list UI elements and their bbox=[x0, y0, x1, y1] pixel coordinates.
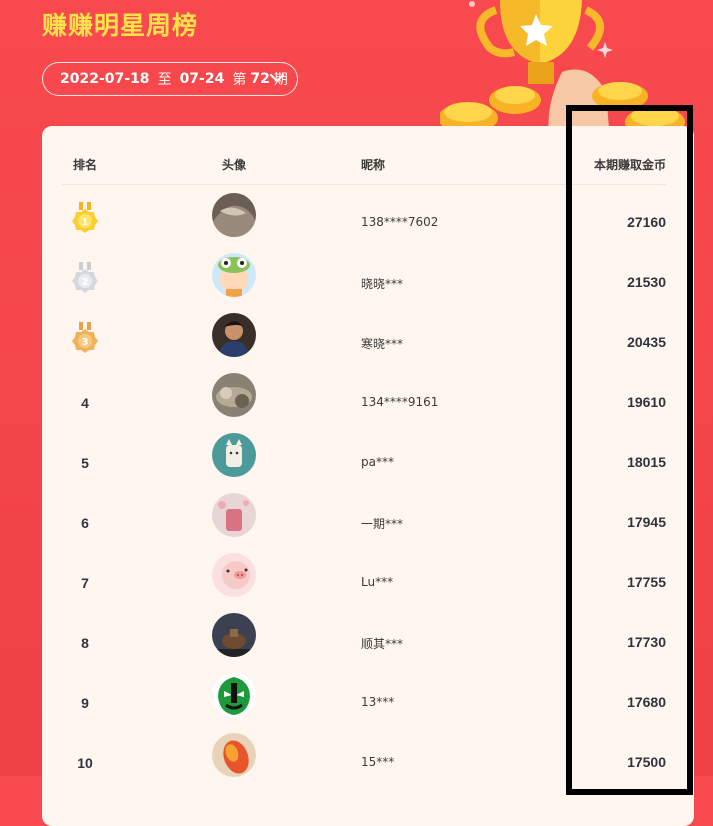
period-prefix: 第 bbox=[232, 72, 247, 88]
avatar[interactable] bbox=[212, 433, 256, 477]
silver-medal-icon: 2 bbox=[72, 262, 98, 293]
coins-value: 27160 bbox=[627, 214, 666, 230]
trophy-icon bbox=[440, 0, 685, 140]
nickname: 顺其*** bbox=[361, 637, 404, 651]
nickname: 15*** bbox=[361, 755, 395, 769]
rank-number: 5 bbox=[81, 455, 89, 471]
coins-value: 17500 bbox=[627, 754, 666, 770]
chevron-down-icon[interactable] bbox=[269, 72, 285, 84]
avatar[interactable] bbox=[212, 193, 256, 237]
avatar[interactable] bbox=[212, 253, 256, 297]
nickname: Lu*** bbox=[361, 575, 394, 589]
nickname: 寒晓*** bbox=[361, 337, 404, 351]
header-coins: 本期赚取金币 bbox=[594, 158, 667, 174]
period-start: 2022-07-18 bbox=[60, 71, 150, 87]
rank-number: 6 bbox=[81, 515, 89, 531]
header-nickname: 昵称 bbox=[361, 158, 386, 174]
table-row[interactable]: 1 138****7602 27160 bbox=[42, 193, 694, 275]
table-row[interactable]: 9 13*** 17680 bbox=[42, 673, 694, 755]
coins-value: 20435 bbox=[627, 334, 666, 350]
table-row[interactable]: 5 pa*** 18015 bbox=[42, 433, 694, 515]
avatar[interactable] bbox=[212, 733, 256, 777]
period-end: 07-24 bbox=[179, 71, 225, 87]
svg-text:3: 3 bbox=[82, 337, 89, 348]
period-week: 72 bbox=[250, 71, 270, 87]
header-rank: 排名 bbox=[73, 158, 98, 174]
svg-text:1: 1 bbox=[82, 217, 89, 228]
nickname: 一期*** bbox=[361, 517, 404, 531]
rank-number: 4 bbox=[81, 395, 89, 411]
svg-text:2: 2 bbox=[82, 277, 89, 288]
avatar[interactable] bbox=[212, 613, 256, 657]
table-row[interactable]: 8 顺其*** 17730 bbox=[42, 613, 694, 695]
avatar[interactable] bbox=[212, 313, 256, 357]
table-row[interactable]: 4 134****9161 19610 bbox=[42, 373, 694, 455]
bronze-medal-icon: 3 bbox=[72, 322, 98, 353]
table-row[interactable]: 7 Lu*** 17755 bbox=[42, 553, 694, 635]
table-row[interactable]: 6 一期*** 17945 bbox=[42, 493, 694, 575]
coins-value: 19610 bbox=[627, 394, 666, 410]
coins-value: 17680 bbox=[627, 694, 666, 710]
avatar[interactable] bbox=[212, 673, 256, 717]
rank-number: 7 bbox=[81, 575, 89, 591]
period-to: 至 bbox=[157, 72, 172, 88]
coins-value: 17945 bbox=[627, 514, 666, 530]
rank-number: 9 bbox=[81, 695, 89, 711]
coins-value: 18015 bbox=[627, 454, 666, 470]
nickname: pa*** bbox=[361, 455, 394, 469]
rank-number: 8 bbox=[81, 635, 89, 651]
page-title: 赚赚明星周榜 bbox=[42, 11, 199, 40]
nickname: 138****7602 bbox=[361, 215, 439, 229]
nickname: 13*** bbox=[361, 695, 395, 709]
table-row[interactable]: 3 寒晓*** 20435 bbox=[42, 313, 694, 395]
avatar[interactable] bbox=[212, 373, 256, 417]
table-row[interactable]: 2 晓晓*** 21530 bbox=[42, 253, 694, 335]
coins-value: 17755 bbox=[627, 574, 666, 590]
avatar[interactable] bbox=[212, 493, 256, 537]
coins-value: 17730 bbox=[627, 634, 666, 650]
avatar[interactable] bbox=[212, 553, 256, 597]
header-divider bbox=[62, 184, 666, 185]
table-row[interactable]: 10 15*** 17500 bbox=[42, 733, 694, 815]
nickname: 134****9161 bbox=[361, 395, 439, 409]
period-selector[interactable]: 2022-07-18 至 07-24 第 72 期 bbox=[42, 62, 298, 96]
coins-value: 21530 bbox=[627, 274, 666, 290]
nickname: 晓晓*** bbox=[361, 277, 404, 291]
rank-number: 10 bbox=[77, 755, 93, 771]
gold-medal-icon: 1 bbox=[72, 202, 98, 233]
header-avatar: 头像 bbox=[222, 158, 247, 174]
